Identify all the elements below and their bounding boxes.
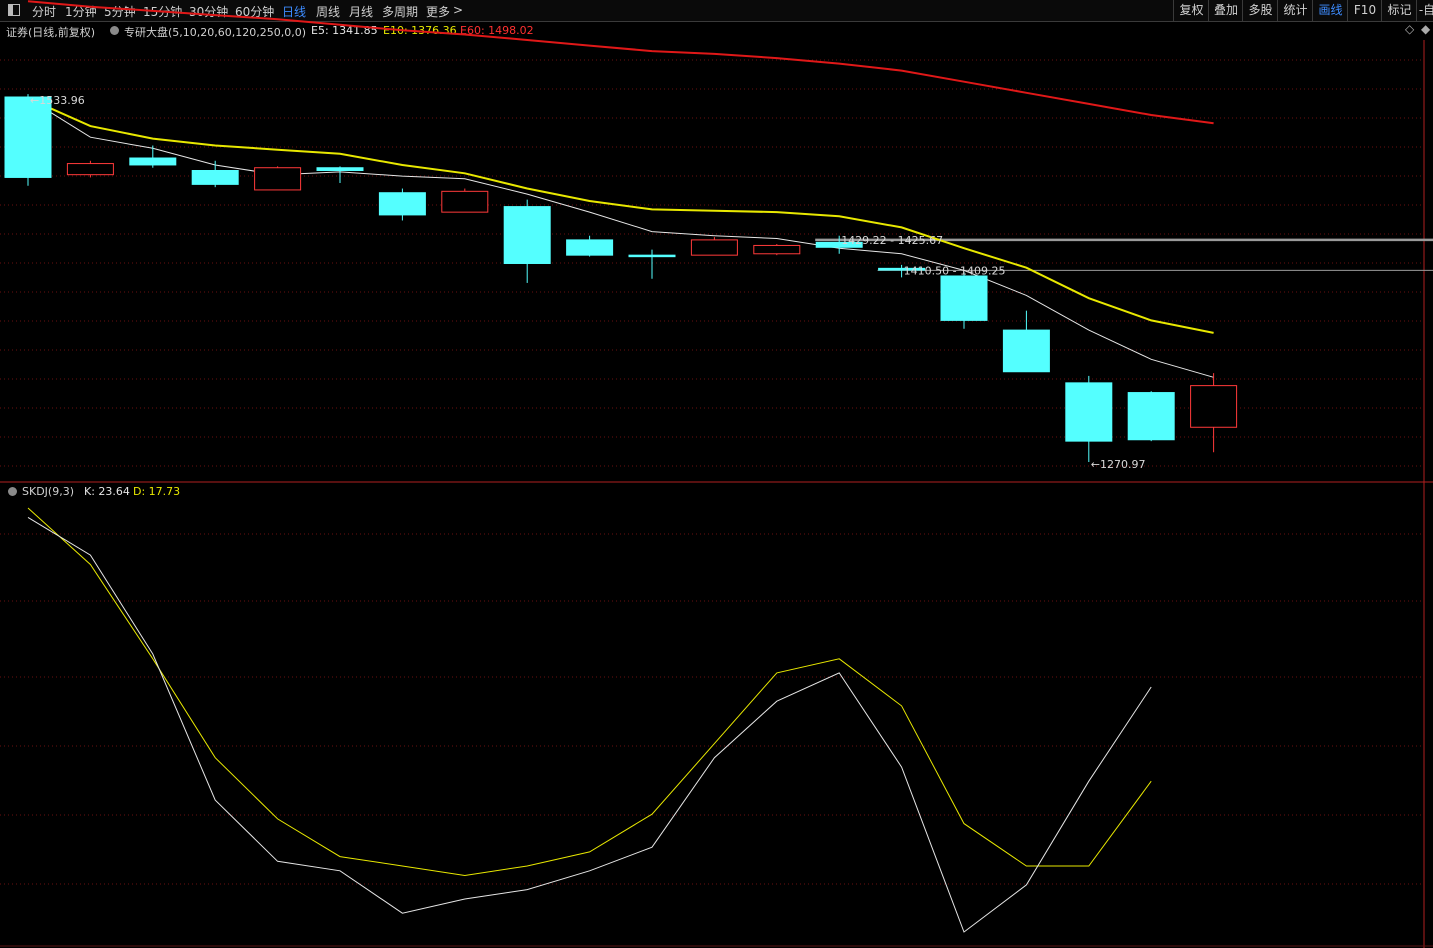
candle-body-9 — [566, 239, 614, 256]
period-tab-1[interactable]: 1分钟 — [65, 3, 97, 20]
indicator-dropdown-icon[interactable] — [110, 26, 119, 35]
skdj-name[interactable]: SKDJ(9,3) — [22, 485, 74, 498]
main-indicator-bar: 证券(日线,前复权) 专研大盘(5,10,20,60,120,250,0,0) … — [0, 22, 1430, 40]
candle-body-16 — [1002, 329, 1050, 373]
candle-body-19 — [1190, 385, 1238, 428]
panel-toggle-icon[interactable] — [8, 4, 20, 16]
diamond-icon[interactable]: ◇ — [1405, 22, 1414, 36]
toolbar-button-2[interactable]: 多股 — [1242, 0, 1278, 21]
period-tab-7[interactable]: 周线 — [316, 3, 340, 20]
skdj-d-line — [27, 507, 1152, 877]
skdj-k-line — [27, 516, 1152, 933]
candle-body-8 — [503, 206, 551, 264]
candle-body-15 — [940, 275, 988, 321]
toolbar-button-3[interactable]: 统计 — [1277, 0, 1313, 21]
candle-body-6 — [378, 192, 426, 216]
candle-body-7 — [441, 190, 489, 213]
price-annotation-2: 1410.50 - 1409.25 — [904, 264, 1006, 277]
ma-white-line — [27, 97, 1214, 378]
candle-body-0 — [4, 96, 52, 178]
candle-body-11 — [690, 239, 738, 256]
candle-body-4 — [254, 167, 302, 191]
period-tab-10[interactable]: 更多 — [426, 3, 450, 20]
kline-chart[interactable]: ←1533.96 1429.22 - 1425.67 1410.50 - 1409.… — [0, 0, 1433, 948]
security-label: 证券(日线,前复权) — [6, 26, 96, 39]
toolbar-button-1[interactable]: 叠加 — [1208, 0, 1243, 21]
toolbar-button-4[interactable]: 画线 — [1312, 0, 1348, 21]
period-tab-3[interactable]: 15分钟 — [143, 3, 182, 20]
toolbar-button-5[interactable]: F10 — [1347, 0, 1382, 21]
price-annotation-1: 1429.22 - 1425.67 — [841, 234, 943, 247]
price-annotation-0: ←1533.96 — [30, 94, 85, 107]
candle-body-12 — [753, 244, 801, 255]
candle-body-13 — [815, 241, 863, 248]
period-tab-6[interactable]: 日线 — [282, 3, 306, 20]
skdj-k-value: K: 23.64 — [84, 485, 130, 498]
ma-yellow-line — [27, 97, 1214, 334]
candle-body-3 — [191, 170, 239, 185]
candle-body-1 — [66, 163, 114, 176]
candle-body-5 — [316, 167, 364, 172]
candle-body-2 — [129, 157, 177, 166]
sub-dropdown-icon[interactable] — [8, 487, 17, 496]
period-tab-0[interactable]: 分时 — [32, 3, 56, 20]
e60-value: E60: 1498.02 — [460, 24, 534, 37]
period-tab-9[interactable]: 多周期 — [382, 3, 418, 20]
more-arrow-icon[interactable]: > — [453, 3, 463, 17]
period-tab-4[interactable]: 30分钟 — [189, 3, 228, 20]
period-tab-8[interactable]: 月线 — [349, 3, 373, 20]
price-annotation-3: ←1270.97 — [1091, 458, 1146, 471]
period-tab-2[interactable]: 5分钟 — [104, 3, 136, 20]
skdj-d-value: D: 17.73 — [133, 485, 181, 498]
candle-body-10 — [628, 254, 676, 258]
period-toolbar: 分时 1分钟 5分钟 15分钟 30分钟 60分钟 日线 周线 月线 多周期 更多 > 复权 叠加 多股统… — [0, 0, 1433, 22]
candle-body-18 — [1127, 392, 1175, 441]
candle-body-17 — [1065, 382, 1113, 442]
toolbar-button-7[interactable]: -自 — [1416, 0, 1433, 21]
e5-value: E5: 1341.85 — [311, 24, 378, 37]
toolbar-button-6[interactable]: 标记 — [1381, 0, 1417, 21]
diamond-filled-icon[interactable]: ◆ — [1421, 22, 1430, 36]
indicator-name[interactable]: 专研大盘(5,10,20,60,120,250,0,0) — [124, 24, 306, 40]
candle-body-14 — [878, 267, 926, 271]
toolbar-button-0[interactable]: 复权 — [1173, 0, 1209, 21]
period-tab-5[interactable]: 60分钟 — [235, 3, 274, 20]
e10-value: E10: 1376.36 — [383, 24, 457, 37]
